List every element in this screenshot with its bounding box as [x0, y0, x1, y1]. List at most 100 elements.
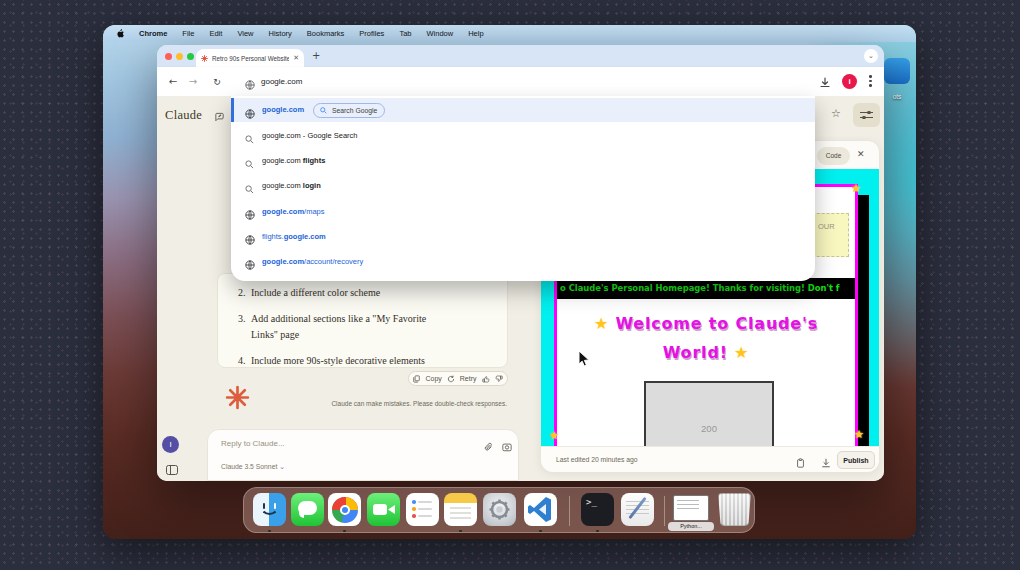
model-selector[interactable]: Claude 3.5 Sonnet ⌄ — [221, 463, 285, 471]
code-toggle-button[interactable]: Code — [817, 147, 850, 165]
dock-reminders-icon[interactable] — [406, 493, 439, 526]
url-globe-icon — [245, 76, 255, 94]
screenshot-icon[interactable] — [502, 438, 512, 456]
menu-bar: Chrome File Edit View History Bookmarks … — [103, 25, 916, 42]
downloads-icon[interactable] — [819, 75, 831, 93]
menu-kebab-icon[interactable] — [869, 75, 872, 89]
welcome-heading-line1: ★ Welcome to Claude's — [554, 314, 858, 333]
claude-wordmark: Claude — [165, 108, 202, 123]
retry-button[interactable]: Retry — [460, 375, 477, 382]
dock-facetime-icon[interactable] — [367, 493, 400, 526]
chrome-window: Retro 90s Personal Website ✕ + ⌄ ← → ↻ g… — [157, 45, 884, 481]
dock-python-label: Python... — [668, 522, 714, 531]
omnibox-dropdown: google.com Search Google google.com - Go… — [231, 96, 815, 281]
minimize-window-button[interactable] — [176, 53, 183, 60]
dock-notes-icon[interactable] — [444, 493, 477, 526]
dock-terminal-icon[interactable]: >_ — [581, 493, 614, 526]
profile-avatar[interactable]: i — [842, 74, 857, 89]
desktop-icon-label: ots — [882, 93, 912, 100]
suggestion-row[interactable]: flights.google.com — [231, 224, 815, 249]
dock-textedit-icon[interactable] — [621, 493, 654, 526]
publish-button[interactable]: Publish — [837, 451, 875, 469]
dock-chrome-icon[interactable] — [328, 493, 361, 526]
thumbs-down-icon[interactable] — [495, 375, 503, 383]
star-chat-icon[interactable]: ☆ — [831, 107, 841, 120]
globe-icon — [245, 231, 255, 249]
last-edited-text: Last edited 20 minutes ago — [556, 456, 638, 463]
forward-button[interactable]: → — [185, 67, 201, 96]
suggestion-row[interactable]: google.com/account/recovery — [231, 249, 815, 274]
assistant-message-card: 2.Include a different color scheme 3.Add… — [217, 273, 508, 368]
welcome-heading-line2: World! ★ — [554, 343, 858, 362]
star-emoji: ★ — [594, 314, 609, 333]
mouse-cursor — [578, 350, 590, 372]
reload-button[interactable]: ↻ — [209, 67, 225, 96]
dock: >_ Python... — [243, 487, 755, 533]
menu-file[interactable]: File — [182, 29, 194, 38]
reply-input-card[interactable]: Reply to Claude... Claude 3.5 Sonnet ⌄ — [207, 429, 519, 481]
dock-finder-icon[interactable] — [253, 493, 286, 526]
disclaimer-text: Claude can make mistakes. Please double-… — [295, 400, 507, 407]
sidebar-toggle-icon[interactable] — [166, 465, 178, 475]
menu-window[interactable]: Window — [426, 29, 453, 38]
new-tab-button[interactable]: + — [312, 50, 320, 61]
attach-icon[interactable] — [484, 438, 493, 456]
desktop-screen: Chrome File Edit View History Bookmarks … — [103, 25, 916, 539]
menu-profiles[interactable]: Profiles — [359, 29, 384, 38]
search-google-button[interactable]: Search Google — [313, 103, 385, 118]
retry-icon[interactable] — [447, 375, 455, 383]
tab-search-chevron[interactable]: ⌄ — [864, 49, 878, 63]
copy-icon[interactable] — [413, 375, 420, 383]
url-input[interactable]: google.com — [261, 77, 302, 86]
menu-bookmarks[interactable]: Bookmarks — [307, 29, 345, 38]
message-actions: Copy Retry — [408, 371, 508, 386]
search-icon — [245, 180, 254, 198]
copy-artifact-icon[interactable] — [796, 454, 805, 472]
dock-messages-icon[interactable] — [291, 493, 324, 526]
globe-icon — [245, 105, 255, 123]
reply-placeholder[interactable]: Reply to Claude... — [221, 439, 285, 448]
menu-edit[interactable]: Edit — [209, 29, 222, 38]
back-button[interactable]: ← — [165, 67, 181, 96]
menu-view[interactable]: View — [237, 29, 253, 38]
sparkle-icon: ★ — [549, 429, 559, 442]
suggestion-row[interactable]: google.com flights — [231, 148, 815, 173]
download-artifact-icon[interactable] — [821, 454, 831, 472]
copy-button[interactable]: Copy — [425, 375, 441, 382]
list-item: 4.Include more 90s-style decorative elem… — [238, 353, 489, 369]
list-item: 2.Include a different color scheme — [238, 285, 489, 301]
retro-marquee: o Claude's Personal Homepage! Thanks for… — [557, 278, 855, 299]
close-window-button[interactable] — [165, 53, 172, 60]
close-artifact-icon[interactable]: ✕ — [857, 149, 865, 159]
sparkle-icon: ★ — [851, 182, 861, 195]
dock-settings-icon[interactable] — [483, 493, 516, 526]
browser-toolbar: ← → ↻ google.com i — [157, 67, 884, 96]
suggestion-row[interactable]: google.com - Google Search — [231, 123, 815, 148]
menu-tab[interactable]: Tab — [399, 29, 411, 38]
browser-tab[interactable]: Retro 90s Personal Website ✕ — [196, 49, 304, 67]
desktop-icon-screenshots[interactable]: ots — [882, 58, 912, 106]
user-avatar[interactable]: I — [162, 436, 179, 453]
settings-sliders-button[interactable] — [853, 103, 880, 127]
zoom-window-button[interactable] — [187, 53, 194, 60]
new-chat-icon[interactable] — [214, 109, 225, 120]
tab-title: Retro 90s Personal Website — [212, 55, 289, 62]
tab-close-icon[interactable]: ✕ — [293, 54, 299, 62]
apple-icon[interactable] — [116, 29, 124, 38]
globe-icon — [245, 256, 255, 274]
dock-python-window-icon[interactable] — [673, 495, 709, 521]
suggestion-text: google.com — [262, 105, 304, 114]
menu-chrome[interactable]: Chrome — [139, 29, 167, 38]
dock-trash-icon[interactable] — [718, 493, 751, 526]
menu-history[interactable]: History — [269, 29, 292, 38]
search-icon — [245, 130, 254, 148]
thumbs-up-icon[interactable] — [482, 375, 490, 383]
search-icon — [245, 155, 254, 173]
artifact-footer: Last edited 20 minutes ago Publish — [541, 446, 879, 472]
desktop-icon-image — [884, 58, 910, 84]
suggestion-row[interactable]: google.com login — [231, 173, 815, 198]
menu-help[interactable]: Help — [468, 29, 483, 38]
suggestion-row[interactable]: google.com/maps — [231, 199, 815, 224]
suggestion-selected[interactable]: google.com Search Google — [231, 98, 815, 122]
dock-vscode-icon[interactable] — [524, 493, 557, 526]
